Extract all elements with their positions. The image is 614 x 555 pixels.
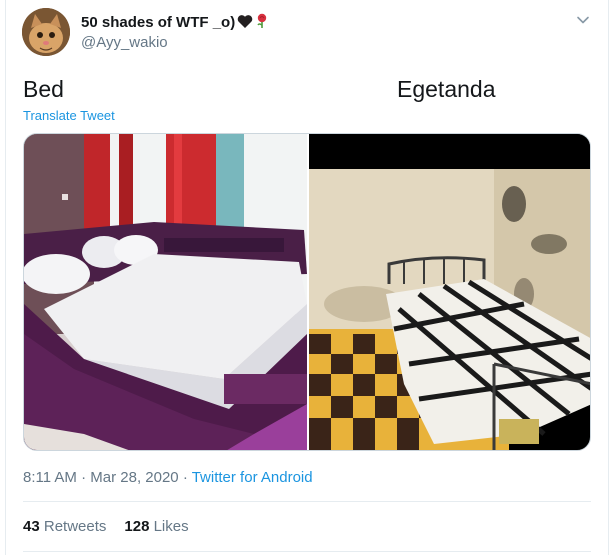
black-heart-icon xyxy=(237,14,253,33)
retweets-stat[interactable]: 43 Retweets xyxy=(23,518,106,535)
likes-label: Likes xyxy=(153,518,189,535)
display-name-text: 50 shades of WTF _o) xyxy=(81,14,236,31)
tweet-media[interactable] xyxy=(23,133,591,451)
tweet-time[interactable]: 8:11 AM xyxy=(23,469,77,486)
tweet-stats: 43 Retweets 128 Likes xyxy=(23,518,189,535)
divider-bottom xyxy=(23,551,591,552)
rose-icon xyxy=(255,13,269,33)
tweet-text-egetanda: Egetanda xyxy=(397,76,496,102)
tweet-source-link[interactable]: Twitter for Android xyxy=(192,469,313,486)
tweet-date[interactable]: Mar 28, 2020 xyxy=(90,469,178,486)
avatar[interactable] xyxy=(22,8,70,56)
purple-bed-photo[interactable] xyxy=(24,134,307,451)
likes-count: 128 xyxy=(124,518,150,535)
chevron-down-icon[interactable] xyxy=(575,12,591,28)
translate-tweet-link[interactable]: Translate Tweet xyxy=(23,108,115,123)
display-name[interactable]: 50 shades of WTF _o) xyxy=(81,13,269,33)
old-bed-photo[interactable] xyxy=(309,134,591,451)
user-handle[interactable]: @Ayy_wakio xyxy=(81,34,168,51)
tweet-text-bed: Bed xyxy=(23,76,64,102)
retweets-count: 43 xyxy=(23,518,40,535)
divider-top xyxy=(23,501,591,502)
avatar-cat-image xyxy=(22,8,70,56)
tweet-meta: 8:11 AM · Mar 28, 2020 · Twitter for And… xyxy=(23,469,313,486)
retweets-label: Retweets xyxy=(43,518,107,535)
likes-stat[interactable]: 128 Likes xyxy=(124,518,188,535)
